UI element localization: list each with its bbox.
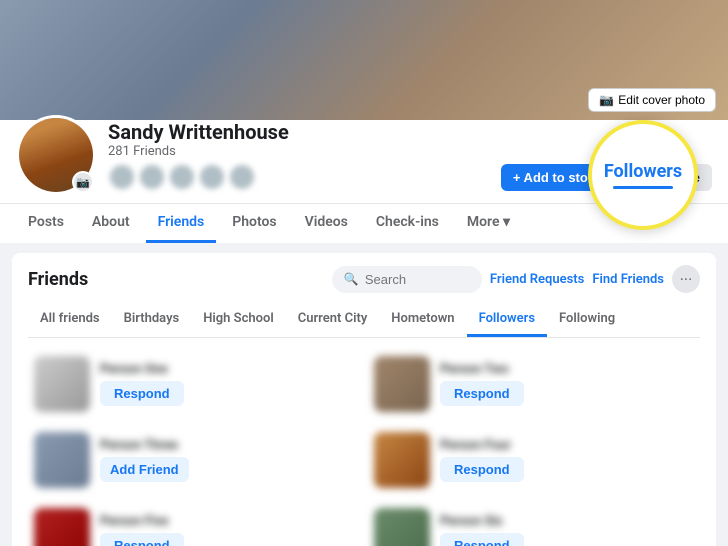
tab-about[interactable]: About	[80, 204, 142, 243]
search-input[interactable]	[365, 272, 470, 287]
mini-avatar	[138, 163, 166, 191]
search-box[interactable]: 🔍	[332, 266, 482, 293]
friend-info: Person Three Add Friend	[100, 438, 354, 482]
friend-card: Person Three Add Friend	[28, 426, 360, 494]
friend-requests-button[interactable]: Friend Requests	[490, 272, 584, 287]
friend-avatars-row	[108, 163, 501, 191]
edit-cover-button[interactable]: 📷 Edit cover photo	[588, 88, 716, 112]
friend-name: Person One	[100, 362, 354, 377]
profile-name: Sandy Writtenhouse	[108, 120, 501, 144]
tab-photos[interactable]: Photos	[220, 204, 288, 243]
filter-hometown[interactable]: Hometown	[379, 303, 466, 337]
friend-name: Person Four	[440, 438, 694, 453]
filter-birthdays[interactable]: Birthdays	[112, 303, 192, 337]
friends-title: Friends	[28, 269, 88, 290]
tab-videos[interactable]: Videos	[293, 204, 360, 243]
friend-name: Person Six	[440, 514, 694, 529]
find-friends-button[interactable]: Find Friends	[592, 272, 664, 287]
friend-card: Person Two Respond	[368, 350, 700, 418]
tab-more[interactable]: More ▾	[455, 204, 522, 243]
camera-icon: 📷	[599, 93, 614, 107]
friend-info: Person Six Respond	[440, 514, 694, 546]
filter-following[interactable]: Following	[547, 303, 627, 337]
avatar-wrapper: 📷	[16, 115, 96, 195]
friends-section: Friends 🔍 Friend Requests Find Friends ·…	[12, 253, 716, 546]
friend-avatar	[34, 432, 90, 488]
avatar-camera-icon[interactable]: 📷	[72, 171, 94, 193]
friend-name: Person Five	[100, 514, 354, 529]
search-icon: 🔍	[344, 272, 359, 286]
tab-posts[interactable]: Posts	[16, 204, 76, 243]
mini-avatar	[198, 163, 226, 191]
mini-avatar	[228, 163, 256, 191]
respond-button[interactable]: Respond	[100, 533, 184, 546]
friend-info: Person Four Respond	[440, 438, 694, 482]
friends-grid: Person One Respond Person Two Respond Pe…	[28, 350, 700, 546]
profile-text: Sandy Writtenhouse 281 Friends	[108, 120, 501, 195]
friend-avatar	[374, 356, 430, 412]
followers-callout-underline	[613, 186, 673, 189]
tab-checkins[interactable]: Check-ins	[364, 204, 451, 243]
filter-high-school[interactable]: High School	[191, 303, 286, 337]
filter-current-city[interactable]: Current City	[286, 303, 380, 337]
friend-avatar	[374, 508, 430, 546]
followers-callout: Followers	[588, 120, 698, 230]
friend-card: Person Four Respond	[368, 426, 700, 494]
respond-button[interactable]: Respond	[440, 457, 524, 482]
mini-avatar	[168, 163, 196, 191]
mini-avatar	[108, 163, 136, 191]
friend-name: Person Three	[100, 438, 354, 453]
friend-avatar	[34, 508, 90, 546]
filter-followers[interactable]: Followers	[467, 303, 547, 337]
followers-callout-label: Followers	[604, 161, 682, 182]
friends-header: Friends 🔍 Friend Requests Find Friends ·…	[28, 265, 700, 293]
filter-all-friends[interactable]: All friends	[28, 303, 112, 337]
friend-card: Person One Respond	[28, 350, 360, 418]
friend-filters: All friends Birthdays High School Curren…	[28, 303, 700, 338]
respond-button[interactable]: Respond	[440, 381, 524, 406]
friends-header-actions: 🔍 Friend Requests Find Friends ···	[332, 265, 700, 293]
respond-button[interactable]: Respond	[440, 533, 524, 546]
tab-friends[interactable]: Friends	[146, 204, 217, 243]
page-wrapper: 📷 Edit cover photo 📷 Sandy Writtenhouse …	[0, 0, 728, 546]
add-friend-button[interactable]: Add Friend	[100, 457, 189, 482]
friend-card: Person Five Respond	[28, 502, 360, 546]
cover-photo: 📷 Edit cover photo	[0, 0, 728, 120]
friend-info: Person Two Respond	[440, 362, 694, 406]
friend-info: Person Five Respond	[100, 514, 354, 546]
friend-avatar	[34, 356, 90, 412]
more-options-button[interactable]: ···	[672, 265, 700, 293]
respond-button[interactable]: Respond	[100, 381, 184, 406]
friend-card: Person Six Respond	[368, 502, 700, 546]
friend-name: Person Two	[440, 362, 694, 377]
friend-avatar	[374, 432, 430, 488]
edit-cover-label: Edit cover photo	[618, 93, 705, 107]
profile-friends-count: 281 Friends	[108, 144, 501, 159]
friend-info: Person One Respond	[100, 362, 354, 406]
